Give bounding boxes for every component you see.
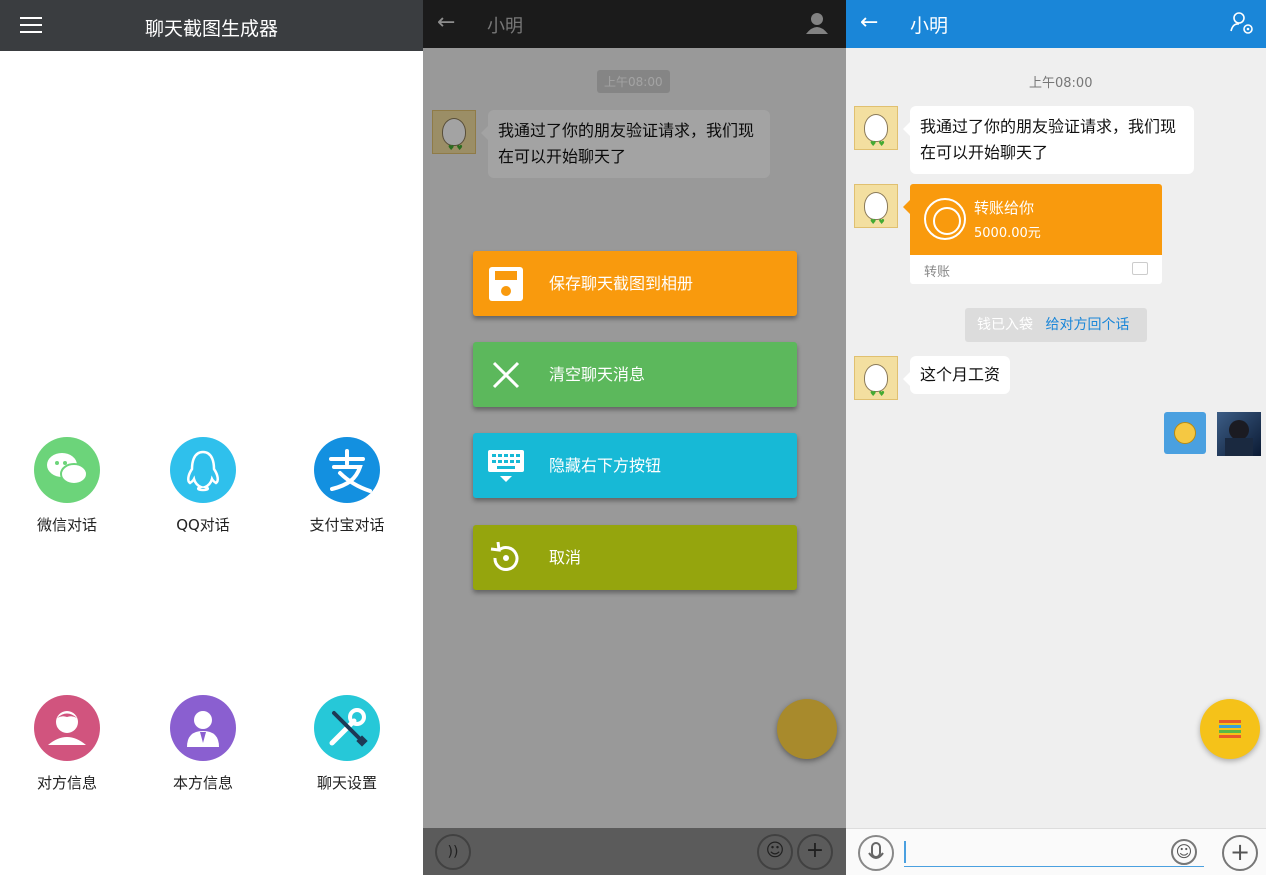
menu-label: 隐藏右下方按钮: [549, 456, 662, 475]
feature-label: 微信对话: [36, 516, 97, 534]
top-bar: 聊天截图生成器: [0, 0, 423, 51]
contact-person-icon: [34, 695, 100, 761]
feature-self-info[interactable]: 本方信息: [143, 695, 263, 793]
keyboard-hide-icon: [487, 447, 525, 485]
qq-penguin-icon: [170, 437, 236, 503]
menu-label: 保存聊天截图到相册: [549, 274, 694, 293]
app-title: 聊天截图生成器: [144, 18, 278, 40]
feature-label: 对方信息: [36, 774, 97, 792]
wrench-screwdriver-icon: [314, 695, 380, 761]
message-input[interactable]: [904, 866, 1204, 867]
floating-menu-button[interactable]: [1200, 699, 1260, 759]
floating-action-button[interactable]: [777, 699, 837, 759]
transfer-amount: 5000.00元: [974, 226, 1041, 241]
sticker-bubble: [1164, 412, 1206, 454]
contact-name: 小明: [910, 15, 949, 37]
transfer-footer: 转账: [924, 265, 951, 280]
undo-icon: [487, 539, 525, 577]
system-message: 钱已入袋 给对方回个话: [965, 308, 1147, 342]
microphone-icon[interactable]: [858, 835, 894, 871]
clear-messages-button[interactable]: 清空聊天消息: [473, 342, 797, 407]
menu-label: 清空聊天消息: [549, 365, 646, 384]
input-bar: ☺ +: [846, 828, 1266, 875]
self-person-icon: [170, 695, 236, 761]
stack-layers-icon: [1219, 720, 1241, 738]
transfer-exchange-icon: [924, 198, 966, 240]
contact-avatar[interactable]: ♥ ♥: [854, 184, 898, 228]
contact-avatar[interactable]: ♥ ♥: [854, 356, 898, 400]
transfer-card[interactable]: 转账给你 5000.00元 转账: [903, 184, 1162, 284]
message-bubble: 这个月工资: [902, 356, 1011, 394]
back-arrow-icon[interactable]: ←: [860, 12, 878, 34]
emoji-face-icon: [1174, 422, 1196, 444]
time-label: 上午08:00: [1029, 76, 1093, 91]
menu-label: 取消: [549, 548, 582, 567]
plus-icon[interactable]: +: [1222, 835, 1258, 871]
save-screenshot-button[interactable]: 保存聊天截图到相册: [473, 251, 797, 316]
transfer-header: 转账给你 5000.00元: [903, 184, 1162, 255]
message-bubble: 我通过了你的朋友验证请求，我们现在可以开始聊天了: [903, 106, 1194, 174]
self-avatar[interactable]: [1217, 412, 1261, 456]
generator-panel: 聊天截图生成器 微信对话 QQ对话 支付宝对话 对方信息 本方信息 聊天设置: [0, 0, 423, 875]
chat-header: ← 小明: [846, 0, 1266, 48]
contact-avatar[interactable]: ♥ ♥: [854, 106, 898, 150]
save-icon: [487, 265, 525, 303]
emoji-icon[interactable]: ☺: [1171, 839, 1197, 865]
feature-wechat-chat[interactable]: 微信对话: [7, 437, 127, 535]
feature-label: QQ对话: [176, 516, 230, 534]
feature-chat-settings[interactable]: 聊天设置: [287, 695, 407, 793]
feature-alipay-chat[interactable]: 支付宝对话: [287, 437, 407, 535]
reply-link[interactable]: 给对方回个话: [1045, 317, 1129, 333]
alipay-icon: [314, 437, 380, 503]
menu-overlay-panel: ← 小明 上午08:00 ♥ ♥ 我通过了你的朋友验证请求，我们现在可以开始聊天…: [423, 0, 846, 875]
feature-label: 本方信息: [172, 774, 233, 792]
text-cursor: [904, 841, 906, 863]
alipay-chat-panel: ← 小明 上午08:00 ♥ ♥ 我通过了你的朋友验证请求，我们现在可以开始聊天…: [846, 0, 1266, 875]
feature-qq-chat[interactable]: QQ对话: [143, 437, 263, 535]
clear-x-icon: [487, 356, 525, 394]
feature-contact-info[interactable]: 对方信息: [7, 695, 127, 793]
wechat-icon: [34, 437, 100, 503]
system-status: 钱已入袋: [977, 317, 1033, 333]
person-settings-icon[interactable]: [1230, 11, 1254, 35]
alipay-small-icon: [1132, 262, 1148, 275]
transfer-title: 转账给你: [974, 199, 1035, 217]
feature-label: 支付宝对话: [309, 516, 385, 534]
hide-button-toggle[interactable]: 隐藏右下方按钮: [473, 433, 797, 498]
feature-label: 聊天设置: [316, 774, 377, 792]
cancel-button[interactable]: 取消: [473, 525, 797, 590]
